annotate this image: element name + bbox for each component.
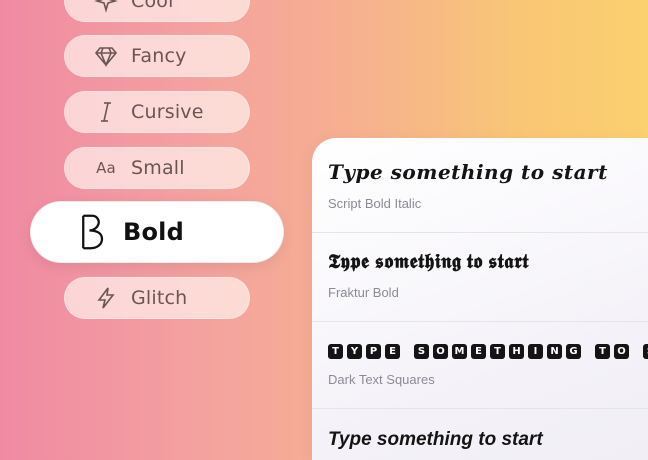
result-caption: Fraktur Bold [328, 285, 399, 300]
result-caption: Dark Text Squares [328, 372, 435, 387]
italic-i-icon [93, 99, 119, 125]
menu-item-cool[interactable]: Cool [64, 0, 250, 22]
menu-item-glitch[interactable]: Glitch [64, 277, 250, 319]
letter-square: T [595, 344, 610, 359]
result-sample: 𝕿𝖞𝖕𝖊 𝖘𝖔𝖒𝖊𝖙𝖍𝖎𝖓𝖌 𝖙𝖔 𝖘𝖙𝖆𝖗𝖙 [328, 251, 529, 273]
style-menu: Cool Fancy Cursive Aa Small Bold Glitch [0, 0, 300, 460]
letter-square: T [328, 344, 343, 359]
letter-square: E [471, 344, 486, 359]
menu-item-small[interactable]: Aa Small [64, 147, 250, 189]
menu-item-label: Small [131, 157, 185, 179]
menu-item-label: Fancy [131, 45, 187, 67]
menu-item-fancy[interactable]: Fancy [64, 35, 250, 77]
menu-item-cursive[interactable]: Cursive [64, 91, 250, 133]
result-row[interactable]: TYPESOMETHINGTOS Dark Text Squares [312, 322, 648, 409]
letter-square: S [643, 344, 648, 359]
result-sample: 𝑻𝒚𝒑𝒆 𝒔𝒐𝒎𝒆𝒕𝒉𝒊𝒏𝒈 𝒕𝒐 𝒔𝒕𝒂𝒓𝒕 [328, 160, 608, 184]
letter-square: I [528, 344, 543, 359]
letter-square: E [385, 344, 400, 359]
lightning-icon [93, 285, 119, 311]
menu-item-label: Cursive [131, 101, 204, 123]
result-row[interactable]: 𝑻𝒚𝒑𝒆 𝒔𝒐𝒎𝒆𝒕𝒉𝒊𝒏𝒈 𝒕𝒐 𝒔𝒕𝒂𝒓𝒕 Script Bold Ital… [312, 138, 648, 233]
bold-b-icon [75, 212, 109, 252]
aa-icon: Aa [93, 155, 119, 181]
sparkle-icon [93, 0, 119, 14]
menu-item-bold[interactable]: Bold [30, 201, 284, 263]
result-caption: Script Bold Italic [328, 196, 422, 211]
menu-item-label: Bold [123, 218, 184, 246]
letter-square: T [490, 344, 505, 359]
aa-icon-text: Aa [96, 159, 116, 177]
result-sample: Type something to start [328, 429, 543, 450]
result-row[interactable]: 𝕿𝖞𝖕𝖊 𝖘𝖔𝖒𝖊𝖙𝖍𝖎𝖓𝖌 𝖙𝖔 𝖘𝖙𝖆𝖗𝖙 Fraktur Bold [312, 233, 648, 322]
menu-item-label: Glitch [131, 287, 188, 309]
letter-square: P [366, 344, 381, 359]
letter-square: N [547, 344, 562, 359]
letter-square: H [509, 344, 524, 359]
letter-square: Y [347, 344, 362, 359]
letter-square: G [566, 344, 581, 359]
square-gap [633, 344, 639, 359]
square-gap [585, 344, 591, 359]
letter-square: O [433, 344, 448, 359]
result-row[interactable]: Type something to start [312, 409, 648, 460]
letter-square: O [614, 344, 629, 359]
square-gap [404, 344, 410, 359]
letter-square: M [452, 344, 467, 359]
result-sample-squares: TYPESOMETHINGTOS [328, 344, 648, 359]
diamond-icon [93, 43, 119, 69]
menu-item-label: Cool [131, 0, 174, 12]
letter-square: S [414, 344, 429, 359]
results-panel: 𝑻𝒚𝒑𝒆 𝒔𝒐𝒎𝒆𝒕𝒉𝒊𝒏𝒈 𝒕𝒐 𝒔𝒕𝒂𝒓𝒕 Script Bold Ital… [312, 138, 648, 460]
